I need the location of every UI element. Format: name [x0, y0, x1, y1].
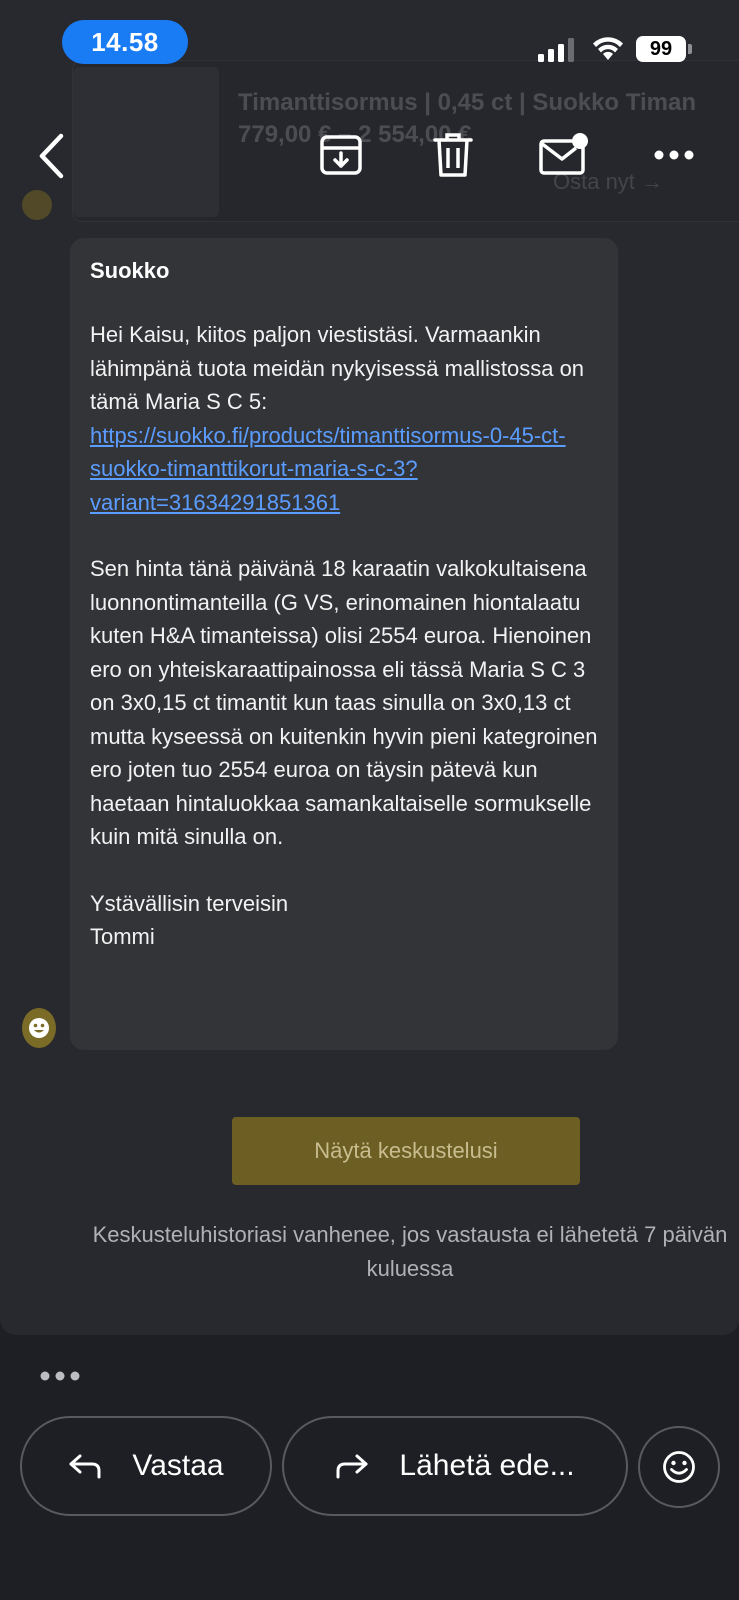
faded-avatar: [22, 190, 52, 220]
battery-indicator: 99: [636, 36, 686, 62]
more-options-button[interactable]: [650, 130, 698, 180]
emoji-reaction-button[interactable]: [638, 1426, 720, 1508]
status-time: 14.58: [62, 20, 188, 64]
back-icon: [39, 133, 64, 179]
reply-button[interactable]: Vastaa: [20, 1416, 272, 1516]
forward-icon: [336, 1454, 368, 1479]
smiley-icon: [29, 1018, 49, 1038]
message-paragraph-1: Hei Kaisu, kiitos paljon viestistäsi. Va…: [90, 318, 598, 519]
mark-unread-button[interactable]: [536, 130, 592, 180]
message-panel: Timanttisormus | 0,45 ct | Suokko Timan …: [0, 0, 739, 1335]
battery-tip: [688, 44, 692, 54]
status-bar: 14.58 99: [0, 0, 739, 64]
product-link[interactable]: https://suokko.fi/products/timanttisormu…: [90, 423, 566, 515]
screen: Timanttisormus | 0,45 ct | Suokko Timan …: [0, 0, 739, 1600]
avatar[interactable]: [22, 1008, 56, 1048]
sender-name: Suokko: [90, 258, 170, 283]
signal-icon: [538, 38, 574, 62]
more-dots-icon[interactable]: [40, 1368, 80, 1384]
show-conversation-button[interactable]: Näytä keskustelusi: [232, 1117, 580, 1185]
emoji-icon: [663, 1451, 695, 1483]
message-bubble: Suokko Hei Kaisu, kiitos paljon viestist…: [70, 238, 618, 1050]
wifi-icon: [593, 37, 623, 60]
more-icon: [654, 150, 694, 160]
reply-icon: [69, 1454, 101, 1479]
trash-icon: [433, 133, 473, 177]
product-title: Timanttisormus | 0,45 ct | Suokko Timan: [238, 89, 697, 116]
forward-button[interactable]: Lähetä ede...: [282, 1416, 628, 1516]
reply-label: Vastaa: [132, 1449, 224, 1482]
back-button[interactable]: [28, 128, 74, 184]
message-paragraph-2: Sen hinta tänä päivänä 18 karaatin valko…: [90, 556, 598, 849]
archive-icon: [320, 135, 362, 175]
message-signoff: Ystävällisin terveisin: [90, 890, 289, 916]
forward-label: Lähetä ede...: [399, 1449, 575, 1482]
message-text: Hei Kaisu, kiitos paljon viestistäsi. Va…: [90, 322, 585, 414]
expiry-notice: Keskusteluhistoriasi vanhenee, jos vasta…: [92, 1222, 728, 1281]
delete-button[interactable]: [428, 130, 478, 180]
mark-unread-icon: [539, 133, 588, 175]
message-signature: Tommi: [90, 924, 155, 949]
email-toolbar: [0, 120, 739, 190]
archive-button[interactable]: [316, 130, 366, 180]
